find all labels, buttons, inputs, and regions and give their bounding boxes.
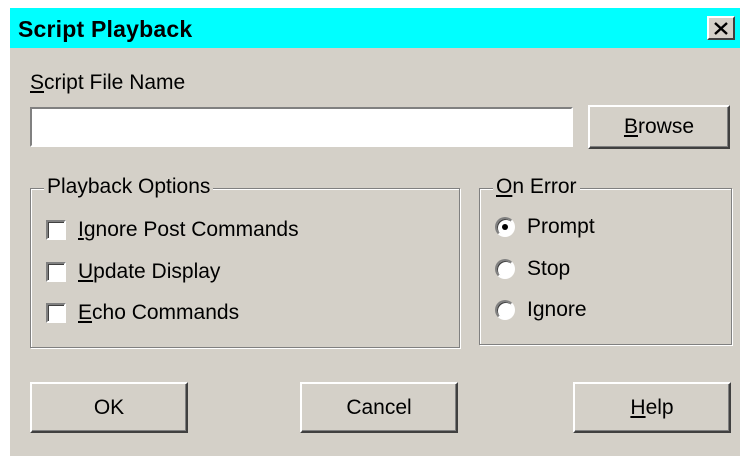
help-button[interactable]: Help [573,382,731,433]
browse-button-label: Browse [623,115,695,138]
ok-button-label: OK [93,395,125,419]
browse-button[interactable]: Browse [588,105,730,149]
prompt-radio[interactable] [495,217,515,237]
update-display-label: Update Display [78,260,221,283]
playback-options-title: Playback Options [44,175,214,199]
help-button-label: Help [630,395,674,419]
close-icon [714,21,728,35]
ignore-label: Ignore [527,298,587,321]
script-playback-dialog: Script Playback Script File Name Browse … [10,8,740,456]
dialog-title: Script Playback [18,16,193,42]
echo-commands-checkbox-row[interactable]: Echo Commands [46,299,239,327]
update-display-checkbox[interactable] [46,262,66,282]
prompt-label: Prompt [527,215,595,238]
echo-commands-checkbox[interactable] [46,303,66,323]
on-error-prompt-radio-row[interactable]: Prompt [495,213,595,241]
close-button[interactable] [707,16,735,40]
script-file-name-input[interactable] [30,107,573,147]
cancel-button[interactable]: Cancel [300,382,458,433]
script-file-name-label: Script File Name [30,71,186,94]
ignore-post-commands-checkbox[interactable] [46,220,66,240]
ignore-post-commands-checkbox-row[interactable]: Ignore Post Commands [46,216,299,244]
playback-options-group: Playback Options Ignore Post Commands Up… [30,175,460,348]
on-error-stop-radio-row[interactable]: Stop [495,255,570,283]
ignore-post-commands-label: Ignore Post Commands [78,218,299,241]
on-error-group: On Error Prompt Stop Ignore [479,175,732,345]
ignore-radio[interactable] [495,300,515,320]
on-error-ignore-radio-row[interactable]: Ignore [495,296,587,324]
radio-selected-dot [502,224,508,230]
title-bar: Script Playback [10,8,740,48]
stop-label: Stop [527,257,571,280]
stop-radio[interactable] [495,259,515,279]
echo-commands-label: Echo Commands [78,301,240,324]
on-error-title: On Error [493,175,580,199]
ok-button[interactable]: OK [30,382,188,433]
update-display-checkbox-row[interactable]: Update Display [46,258,220,286]
cancel-button-label: Cancel [346,395,412,419]
